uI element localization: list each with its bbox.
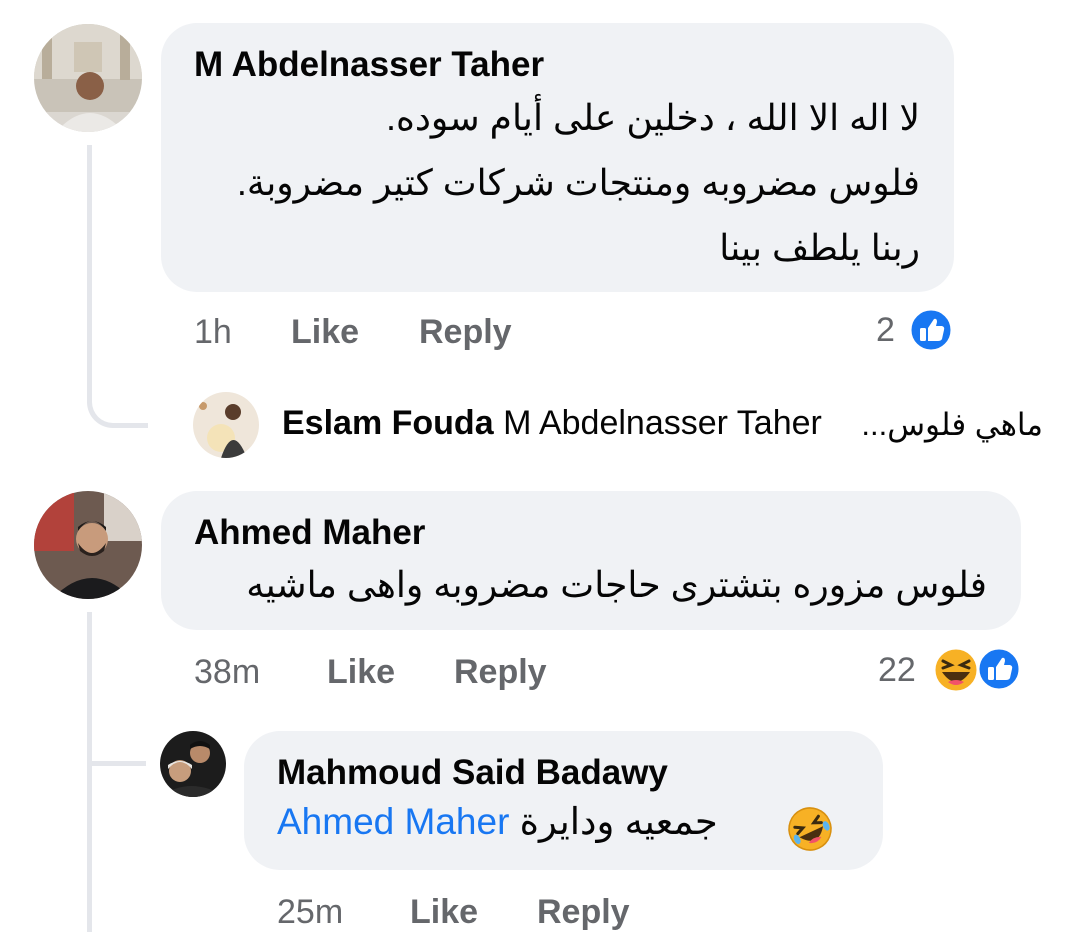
comment-timestamp[interactable]: 1h [194, 313, 232, 352]
rolling-on-floor-laughing-icon [785, 804, 835, 863]
thread-branch-2 [92, 761, 146, 766]
mention-link[interactable]: Ahmed Maher [277, 801, 509, 842]
reply-text: Ahmed Maher جمعيه ودايرة [277, 800, 832, 851]
comment-text-line: فلوس مضروبه ومنتجات شركات كتير مضروبة. [236, 162, 920, 203]
avatar[interactable] [160, 731, 226, 797]
reply-button[interactable]: Reply [419, 313, 512, 352]
comment-timestamp[interactable]: 38m [194, 653, 260, 692]
reply-mention: M Abdelnasser Taher [503, 404, 822, 442]
avatar[interactable] [34, 491, 142, 599]
like-button[interactable]: Like [291, 313, 359, 352]
like-icon [976, 646, 1022, 697]
reply-timestamp[interactable]: 25m [277, 893, 343, 932]
like-button[interactable]: Like [410, 893, 478, 932]
reply-button[interactable]: Reply [537, 893, 630, 932]
reply-snippet[interactable]: ماهي فلوس... [861, 407, 1043, 443]
reply-author[interactable]: Mahmoud Said Badawy [277, 753, 668, 793]
comment-author[interactable]: M Abdelnasser Taher [194, 45, 544, 85]
comment-bubble [161, 491, 1021, 630]
comment-text-line: فلوس مزوره بتشترى حاجات مضروبه واهى ماشي… [246, 564, 987, 605]
reply-button[interactable]: Reply [454, 653, 547, 692]
avatar[interactable] [34, 24, 142, 132]
comment-author[interactable]: Ahmed Maher [194, 513, 425, 553]
reply-text-body: جمعيه ودايرة [519, 801, 718, 842]
comment-text-line: ربنا يلطف بينا [719, 227, 920, 268]
thread-connector-1 [87, 145, 148, 428]
reply-author[interactable]: Eslam Fouda [282, 404, 494, 442]
reaction-count: 22 [878, 651, 916, 689]
comment-text-line: لا اله الا الله ، دخلين على أيام سوده. [386, 97, 920, 138]
like-icon [908, 307, 954, 358]
reply-preview[interactable]: Eslam Fouda M Abdelnasser Taher [282, 404, 822, 443]
like-button[interactable]: Like [327, 653, 395, 692]
thread-connector-2 [87, 612, 92, 932]
avatar[interactable] [193, 392, 259, 458]
reaction-count: 2 [876, 311, 895, 349]
haha-icon [932, 646, 980, 699]
reply-snippet-text: ماهي فلوس... [861, 407, 1043, 442]
